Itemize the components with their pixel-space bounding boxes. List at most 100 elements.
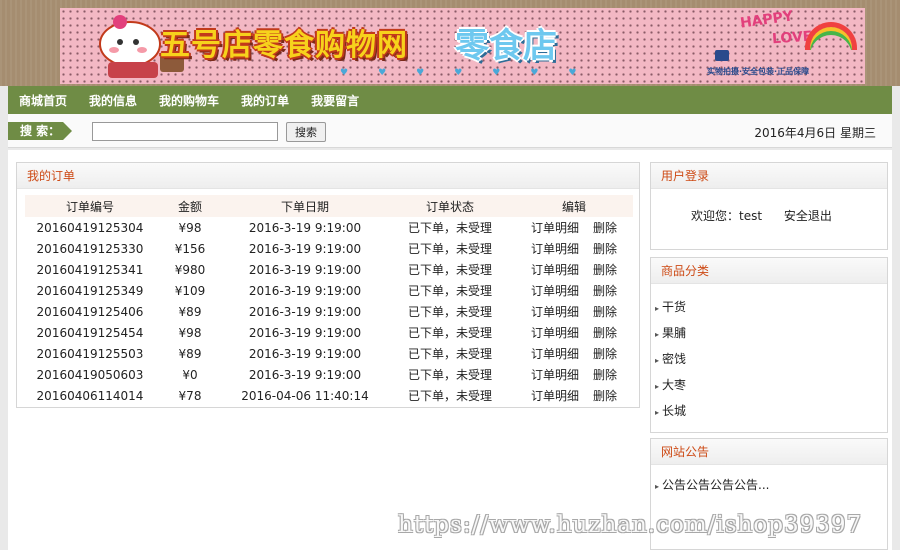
status-cell: 已下单，未受理 <box>407 284 492 298</box>
order-detail-link[interactable]: 订单明细 <box>531 305 579 319</box>
table-row: 20160419125341 ¥980 2016-3-19 9:19:00 已下单，未… <box>25 259 633 280</box>
delete-link[interactable]: 删除 <box>593 284 617 298</box>
order-id-cell: 20160419125503 <box>36 346 144 361</box>
delete-link[interactable]: 删除 <box>593 242 617 256</box>
edit-cell: 订单明细 删除 <box>515 385 633 406</box>
login-panel: 用户登录 欢迎您：test 安全退出 <box>650 162 888 250</box>
amount-cell: ¥89 <box>178 304 202 319</box>
category-item[interactable]: 大枣 <box>655 372 887 398</box>
order-id-cell: 20160406114014 <box>36 388 144 403</box>
order-detail-link[interactable]: 订单明细 <box>531 242 579 256</box>
order-detail-link[interactable]: 订单明细 <box>531 263 579 277</box>
order-id-cell: 20160419125406 <box>36 304 144 319</box>
order-id-cell: 20160419125454 <box>36 325 144 340</box>
status-cell: 已下单，未受理 <box>407 389 492 403</box>
order-detail-link[interactable]: 订单明细 <box>531 221 579 235</box>
category-item[interactable]: 密饯 <box>655 346 887 372</box>
orders-table: 订单编号 金额 下单日期 订单状态 编辑 20160419125304 ¥98 20… <box>25 195 633 406</box>
nav-item-my-cart[interactable]: 我的购物车 <box>159 92 219 109</box>
status-cell: 已下单，未受理 <box>407 263 492 277</box>
table-row: 20160419125503 ¥89 2016-3-19 9:19:00 已下单，未受… <box>25 343 633 364</box>
category-item[interactable]: 长城 <box>655 398 887 424</box>
order-id-cell: 20160419125341 <box>36 262 144 277</box>
nav-item-home[interactable]: 商城首页 <box>19 92 67 109</box>
table-row: 20160419125454 ¥98 2016-3-19 9:19:00 已下单，未受… <box>25 322 633 343</box>
search-bar: 搜 索： 搜索 2016年4月6日 星期三 <box>8 114 892 148</box>
login-title: 用户登录 <box>651 163 887 189</box>
table-row: 20160419125349 ¥109 2016-3-19 9:19:00 已下单，未… <box>25 280 633 301</box>
table-row: 20160419125304 ¥98 2016-3-19 9:19:00 已下单，未受… <box>25 217 633 238</box>
column-header-edit: 编辑 <box>515 195 633 217</box>
watermark-text: https://www.huzhan.com/ishop39397 <box>398 512 863 538</box>
order-id-cell: 20160419050603 <box>36 367 144 382</box>
column-header-amount: 金额 <box>155 195 225 217</box>
amount-cell: ¥0 <box>182 367 198 382</box>
amount-cell: ¥78 <box>178 388 202 403</box>
edit-cell: 订单明细 删除 <box>515 301 633 322</box>
delete-link[interactable]: 删除 <box>593 368 617 382</box>
orders-panel: 我的订单 订单编号 金额 下单日期 订单状态 编辑 20160419125304… <box>16 162 640 408</box>
order-id-cell: 20160419125304 <box>36 220 144 235</box>
notice-title: 网站公告 <box>651 439 887 465</box>
order-detail-link[interactable]: 订单明细 <box>531 368 579 382</box>
brand-subtitle: 零食店 <box>455 26 557 66</box>
table-header-row: 订单编号 金额 下单日期 订单状态 编辑 <box>25 195 633 217</box>
banner-tagline: 实物拍摄·安全包装·正品保障 <box>707 67 810 76</box>
status-cell: 已下单，未受理 <box>407 368 492 382</box>
delete-link[interactable]: 删除 <box>593 221 617 235</box>
status-cell: 已下单，未受理 <box>407 221 492 235</box>
category-item[interactable]: 果脯 <box>655 320 887 346</box>
status-cell: 已下单，未受理 <box>407 347 492 361</box>
table-row: 20160419125330 ¥156 2016-3-19 9:19:00 已下单，未… <box>25 238 633 259</box>
nav-item-my-info[interactable]: 我的信息 <box>89 92 137 109</box>
delete-link[interactable]: 删除 <box>593 326 617 340</box>
order-date-cell: 2016-3-19 9:19:00 <box>248 325 362 340</box>
welcome-text: 欢迎您：test <box>691 209 763 223</box>
table-row: 20160406114014 ¥78 2016-04-06 11:40:14 已下单，… <box>25 385 633 406</box>
rainbow-icon <box>805 22 857 50</box>
delete-link[interactable]: 删除 <box>593 305 617 319</box>
order-date-cell: 2016-04-06 11:40:14 <box>241 388 369 403</box>
amount-cell: ¥980 <box>174 262 206 277</box>
search-button[interactable]: 搜索 <box>286 122 326 142</box>
site-banner: 五号店零食购物网 零食店 HAPPY LOVE 实物拍摄·安全包装·正品保障 ♥… <box>0 0 900 86</box>
column-header-order-date: 下单日期 <box>225 195 385 217</box>
delete-link[interactable]: 删除 <box>593 263 617 277</box>
amount-cell: ¥98 <box>178 220 202 235</box>
category-item[interactable]: 干货 <box>655 294 887 320</box>
search-input[interactable] <box>92 122 278 141</box>
edit-cell: 订单明细 删除 <box>515 217 633 238</box>
order-detail-link[interactable]: 订单明细 <box>531 389 579 403</box>
amount-cell: ¥156 <box>174 241 206 256</box>
order-date-cell: 2016-3-19 9:19:00 <box>248 262 362 277</box>
column-header-status: 订单状态 <box>385 195 515 217</box>
happy-text: HAPPY <box>739 8 795 32</box>
edit-cell: 订单明细 删除 <box>515 322 633 343</box>
status-cell: 已下单，未受理 <box>407 242 492 256</box>
orders-title: 我的订单 <box>17 163 639 189</box>
edit-cell: 订单明细 删除 <box>515 280 633 301</box>
notice-item[interactable]: 公告公告公告公告... <box>655 473 887 497</box>
edit-cell: 订单明细 删除 <box>515 364 633 385</box>
table-row: 20160419125406 ¥89 2016-3-19 9:19:00 已下单，未受… <box>25 301 633 322</box>
nav-item-leave-message[interactable]: 我要留言 <box>311 92 359 109</box>
amount-cell: ¥98 <box>178 325 202 340</box>
categories-panel: 商品分类 干货 果脯 密饯 大枣 长城 <box>650 257 888 433</box>
column-header-order-id: 订单编号 <box>25 195 155 217</box>
order-date-cell: 2016-3-19 9:19:00 <box>248 241 362 256</box>
order-id-cell: 20160419125330 <box>36 241 144 256</box>
amount-cell: ¥89 <box>178 346 202 361</box>
delete-link[interactable]: 删除 <box>593 389 617 403</box>
order-detail-link[interactable]: 订单明细 <box>531 284 579 298</box>
main-nav: 商城首页 我的信息 我的购物车 我的订单 我要留言 <box>8 86 892 114</box>
camera-icon <box>715 50 729 61</box>
order-id-cell: 20160419125349 <box>36 283 144 298</box>
delete-link[interactable]: 删除 <box>593 347 617 361</box>
order-detail-link[interactable]: 订单明细 <box>531 347 579 361</box>
banner-image: 五号店零食购物网 零食店 HAPPY LOVE 实物拍摄·安全包装·正品保障 ♥… <box>60 8 865 84</box>
nav-item-my-orders[interactable]: 我的订单 <box>241 92 289 109</box>
categories-title: 商品分类 <box>651 258 887 284</box>
edit-cell: 订单明细 删除 <box>515 238 633 259</box>
logout-link[interactable]: 安全退出 <box>784 209 832 223</box>
order-detail-link[interactable]: 订单明细 <box>531 326 579 340</box>
